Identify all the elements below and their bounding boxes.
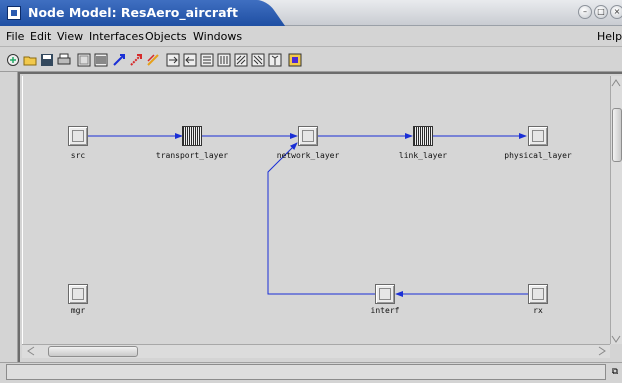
node-src[interactable] [68, 126, 88, 146]
node-mgr[interactable] [68, 284, 88, 304]
menu-windows[interactable]: Windows [193, 30, 242, 43]
title-bar[interactable]: Node Model: ResAero_aircraft – □ × [0, 0, 622, 26]
node-transport-layer[interactable] [182, 126, 202, 146]
scroll-right-icon[interactable] [597, 346, 607, 356]
status-field [6, 364, 606, 380]
horizontal-scroll-thumb[interactable] [48, 346, 138, 357]
packet-stream-icon[interactable] [112, 53, 126, 67]
radio-rx-icon[interactable] [251, 53, 265, 67]
radio-tx-icon[interactable] [234, 53, 248, 67]
left-gutter [0, 72, 18, 362]
window-title: Node Model: ResAero_aircraft [28, 5, 238, 20]
scroll-up-icon[interactable] [611, 78, 621, 88]
node-interf[interactable] [375, 284, 395, 304]
antenna-icon[interactable] [268, 53, 282, 67]
menu-edit[interactable]: Edit [30, 30, 51, 43]
queue-node-icon[interactable] [77, 53, 91, 67]
vertical-scroll-thumb[interactable] [612, 108, 622, 162]
scroll-down-icon[interactable] [611, 334, 621, 344]
node-rx[interactable] [528, 284, 548, 304]
menu-objects[interactable]: Objects [145, 30, 187, 43]
node-link-layer[interactable] [413, 126, 433, 146]
menu-help[interactable]: Help [597, 30, 622, 43]
status-corner-icon[interactable]: ⧉ [609, 364, 621, 380]
node-label: rx [533, 306, 543, 315]
app-icon[interactable] [7, 6, 21, 20]
menu-bar: File Edit View Interfaces Objects Window… [0, 27, 622, 47]
processor-node-icon[interactable] [94, 53, 108, 67]
node-label: interf [370, 306, 400, 315]
minimize-icon[interactable]: – [578, 5, 592, 19]
folder-icon[interactable] [23, 53, 37, 67]
toolbar [0, 48, 622, 72]
open-folder-icon[interactable] [6, 53, 20, 67]
menu-file[interactable]: File [6, 30, 24, 43]
node-network-layer[interactable] [298, 126, 318, 146]
statistic-wire-icon[interactable] [129, 53, 143, 67]
menu-view[interactable]: View [57, 30, 83, 43]
node-label: physical_layer [504, 151, 572, 160]
bus-tx-icon[interactable] [200, 53, 214, 67]
save-icon[interactable] [40, 53, 54, 67]
node-physical-layer[interactable] [528, 126, 548, 146]
maximize-icon[interactable]: □ [594, 5, 608, 19]
point-to-point-tx-icon[interactable] [166, 53, 180, 67]
scroll-left-icon[interactable] [26, 346, 36, 356]
logical-tap-icon[interactable] [146, 53, 160, 67]
node-label: transport_layer [155, 151, 229, 160]
menu-interfaces[interactable]: Interfaces [89, 30, 144, 43]
node-editor-canvas[interactable] [22, 76, 610, 344]
node-label: mgr [70, 306, 86, 315]
node-label: link_layer [398, 151, 448, 160]
module-icon[interactable] [288, 53, 302, 67]
node-label: network_layer [276, 151, 340, 160]
node-label: src [70, 151, 86, 160]
close-icon[interactable]: × [610, 5, 622, 19]
point-to-point-rx-icon[interactable] [183, 53, 197, 67]
bus-rx-icon[interactable] [217, 53, 231, 67]
print-icon[interactable] [57, 53, 71, 67]
